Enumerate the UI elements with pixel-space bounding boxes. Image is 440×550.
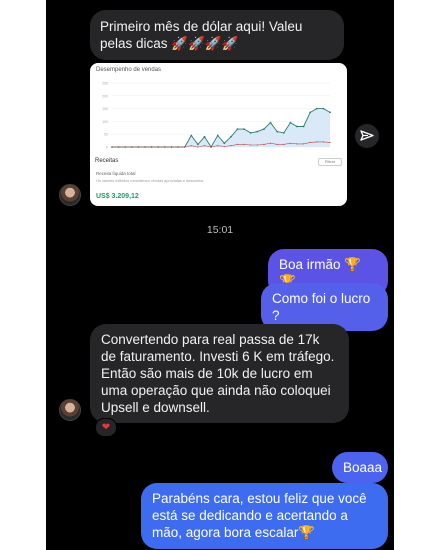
data-point [302, 125, 305, 128]
data-point [223, 145, 225, 148]
data-point [131, 146, 133, 148]
data-point [322, 107, 325, 110]
data-point [289, 142, 291, 144]
data-point [322, 141, 324, 143]
data-point [223, 142, 226, 145]
y-tick-label: 0 [106, 146, 108, 150]
revenue-subtitle: Receita líquida total [96, 171, 136, 176]
data-point [276, 130, 279, 133]
y-tick-label: 100 [102, 120, 108, 124]
revenue-section-label: Receitas [95, 158, 119, 164]
data-point [157, 146, 159, 148]
data-point [309, 111, 312, 114]
avatar[interactable] [59, 399, 81, 421]
data-point [256, 144, 258, 146]
data-point [329, 141, 331, 143]
data-point [269, 142, 272, 144]
data-point [184, 146, 186, 148]
data-point [250, 144, 252, 146]
timestamp: 15:01 [206, 224, 234, 236]
data-point [230, 135, 232, 138]
y-tick-label: 150 [102, 107, 108, 111]
data-point [217, 145, 219, 147]
data-point [263, 143, 265, 145]
data-point [256, 130, 259, 133]
message-text: Parabéns cara, estou feliz que você está… [152, 491, 367, 540]
share-icon[interactable] [355, 124, 379, 148]
data-point [210, 146, 212, 148]
avatar[interactable] [59, 184, 81, 206]
data-point [216, 134, 219, 137]
chat-screen: Primeiro mês de dólar aqui! Valeu pelas … [46, 0, 394, 550]
data-point [263, 128, 265, 130]
heart-reaction-icon[interactable]: ❤ [95, 418, 117, 437]
data-point [170, 146, 173, 148]
filter-button[interactable]: Filtrar [318, 158, 342, 166]
data-point [190, 134, 193, 137]
data-point [315, 107, 318, 110]
data-point [203, 145, 206, 147]
data-point [197, 143, 199, 146]
revenue-description: Os valores exibidos consideram vendas ap… [96, 179, 204, 183]
data-point [203, 135, 206, 138]
message-text: Convertendo para real passa de 17k de fa… [101, 332, 335, 415]
data-point [329, 111, 331, 114]
data-point [118, 146, 120, 148]
data-point [236, 143, 239, 145]
y-tick-label: 250 [102, 82, 108, 86]
message-incoming-2[interactable]: Convertendo para real passa de 17k de fa… [90, 324, 349, 423]
data-point [316, 141, 318, 143]
data-point [269, 121, 272, 124]
message-text: Boaaa [343, 460, 383, 475]
data-point [309, 141, 311, 143]
data-point [303, 143, 305, 145]
sales-line-chart: 250 200 150 100 50 0 [102, 82, 331, 150]
series-area [112, 108, 330, 147]
data-point [296, 143, 298, 145]
revenue-amount: US$ 3.209,12 [96, 193, 139, 200]
data-point [276, 143, 278, 145]
data-point [164, 146, 166, 148]
data-point [111, 146, 113, 148]
sales-dashboard-image[interactable]: Desempenho de vendas 250 200 150 100 50 0 Rec… [90, 63, 347, 206]
data-point [296, 125, 298, 128]
data-point [230, 145, 232, 147]
y-tick-label: 50 [104, 133, 108, 137]
data-point [144, 146, 146, 148]
message-outgoing-4[interactable]: Parabéns cara, estou feliz que você está… [141, 483, 388, 549]
data-point [190, 145, 192, 147]
message-incoming-1[interactable]: Primeiro mês de dólar aqui! Valeu pelas … [90, 10, 344, 60]
data-point [289, 121, 292, 124]
data-point [243, 143, 245, 145]
data-point [282, 132, 285, 134]
message-text: Primeiro mês de dólar aqui! Valeu pelas … [100, 19, 303, 51]
message-text: Como foi o lucro ? [272, 291, 371, 323]
data-point [236, 128, 239, 130]
data-point [197, 146, 199, 148]
data-point [151, 146, 153, 148]
data-point [137, 146, 139, 148]
data-point [124, 146, 126, 148]
data-point [249, 132, 252, 134]
data-point [177, 146, 179, 148]
y-tick-label: 200 [102, 94, 108, 98]
message-outgoing-3[interactable]: Boaaa [332, 452, 388, 483]
data-point [243, 128, 246, 130]
data-point [283, 143, 285, 145]
